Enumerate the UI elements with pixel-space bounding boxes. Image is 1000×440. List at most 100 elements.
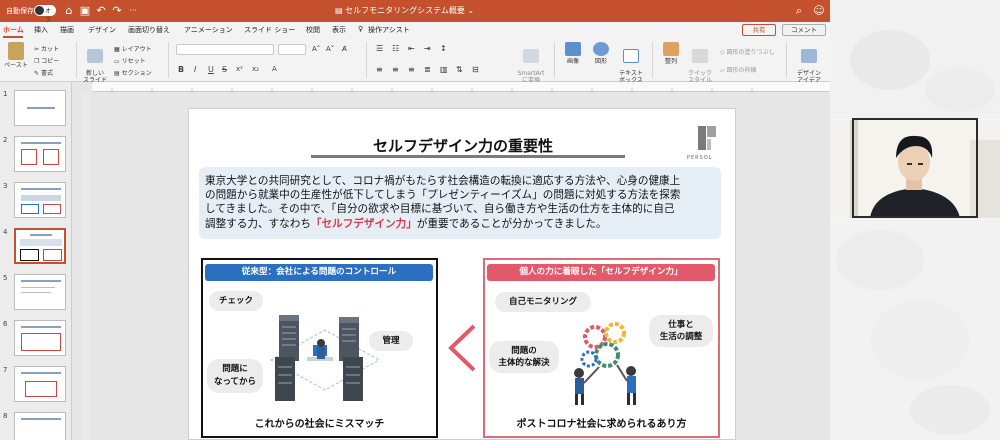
new-slide-button[interactable]: 新しい スライド bbox=[82, 42, 108, 84]
thumb-box bbox=[21, 333, 61, 351]
share-label: 共有 bbox=[752, 26, 766, 34]
cut-button[interactable]: ✂ カット bbox=[34, 44, 59, 53]
bullets-icon[interactable]: ☰ bbox=[376, 44, 383, 53]
font-size-select[interactable] bbox=[278, 44, 306, 55]
outdent-icon[interactable]: ⇥ bbox=[424, 44, 431, 53]
align-center-icon[interactable]: ≡ bbox=[392, 65, 399, 74]
tell-me-input[interactable]: 操作アシスト bbox=[368, 25, 410, 35]
tab-home[interactable]: ホーム bbox=[3, 25, 24, 35]
bold-icon[interactable]: B bbox=[178, 65, 184, 74]
font-grow-icon[interactable]: A˄ bbox=[312, 45, 320, 53]
slide-thumbnail[interactable] bbox=[14, 320, 66, 356]
more-icon[interactable]: ··· bbox=[126, 4, 140, 18]
tab-insert[interactable]: 挿入 bbox=[34, 25, 48, 35]
textbox-button[interactable]: テキスト ボックス bbox=[616, 42, 646, 84]
design-ideas-icon bbox=[801, 49, 817, 63]
slide-thumbnail[interactable] bbox=[14, 136, 66, 172]
participant-tile[interactable] bbox=[830, 0, 1000, 118]
slide-canvas[interactable]: セルフデザイン力の重要性 PERSOL 東京大学との共同研究として、コロナ禍がも… bbox=[188, 108, 736, 440]
text-direction-icon[interactable]: ⇅ bbox=[456, 65, 463, 74]
ribbon-separator bbox=[786, 42, 787, 78]
tab-design[interactable]: デザイン bbox=[88, 25, 116, 35]
participants-panel bbox=[830, 0, 1000, 440]
strikethrough-icon[interactable]: S bbox=[222, 65, 227, 74]
thumb-line bbox=[21, 142, 61, 144]
ribbon-separator bbox=[652, 42, 653, 78]
align-left-icon[interactable]: ≡ bbox=[376, 65, 383, 74]
undo-icon[interactable]: ↶ bbox=[94, 4, 108, 18]
smartart-icon bbox=[523, 49, 539, 63]
redo-icon[interactable]: ↷ bbox=[110, 4, 124, 18]
shapes-button[interactable]: 図形 bbox=[588, 42, 614, 65]
search-icon[interactable]: ⌕ bbox=[792, 4, 806, 18]
ribbon-separator bbox=[366, 42, 367, 78]
account-icon[interactable]: ☺ bbox=[812, 4, 826, 18]
tab-review[interactable]: 校閲 bbox=[306, 25, 320, 35]
indent-icon[interactable]: ⇤ bbox=[408, 44, 415, 53]
font-shrink-icon[interactable]: A˅ bbox=[326, 45, 334, 53]
underline-icon[interactable]: U bbox=[208, 65, 214, 74]
intro-paragraph[interactable]: 東京大学との共同研究として、コロナ禍がもたらす社会構造の転換に適応する方法や、心… bbox=[205, 174, 719, 231]
save-icon[interactable]: ▣ bbox=[78, 4, 92, 18]
slide-thumbnail[interactable] bbox=[14, 90, 66, 126]
thumb-line bbox=[21, 280, 61, 282]
home-icon[interactable]: ⌂ bbox=[62, 4, 76, 18]
justify-icon[interactable]: ≣ bbox=[424, 65, 431, 74]
tab-transitions[interactable]: 画面切り替え bbox=[128, 25, 170, 35]
numbering-icon[interactable]: ☷ bbox=[392, 44, 399, 53]
font-name-select[interactable] bbox=[176, 44, 274, 55]
share-button[interactable]: 共有 bbox=[742, 24, 776, 36]
section-button[interactable]: ▤ セクション bbox=[114, 68, 152, 77]
tab-draw[interactable]: 描画 bbox=[60, 25, 74, 35]
superscript-icon[interactable]: x² bbox=[236, 65, 243, 73]
section-label: セクション bbox=[121, 70, 152, 77]
ribbon-separator bbox=[554, 42, 555, 78]
slide-thumbnail[interactable] bbox=[14, 412, 66, 440]
tab-animations[interactable]: アニメーション bbox=[184, 25, 233, 35]
title-underline bbox=[311, 155, 625, 158]
thumb-box bbox=[21, 149, 37, 165]
participant-tile[interactable] bbox=[830, 220, 1000, 440]
reset-button[interactable]: ▭ リセット bbox=[114, 56, 146, 65]
document-title: ▤ セルフモニタリングシステム概要 ⌄ bbox=[335, 5, 474, 16]
thumb-line bbox=[21, 326, 61, 328]
intro-line: 調整する力、すなわち「セルフデザイン力」が重要であることが分かってきました。 bbox=[205, 217, 719, 231]
slide-title[interactable]: セルフデザイン力の重要性 bbox=[189, 135, 735, 156]
quick-styles-button[interactable]: クイック スタイル bbox=[686, 42, 714, 84]
slide-thumbnail[interactable] bbox=[14, 366, 66, 402]
shape-outline-button[interactable]: ▱ 図形の枠線 bbox=[720, 65, 757, 74]
smartart-button[interactable]: SmartArt に変換 bbox=[512, 42, 550, 84]
thumb-number: 7 bbox=[3, 366, 8, 374]
subscript-icon[interactable]: x₂ bbox=[252, 65, 259, 73]
slide-thumbnail[interactable] bbox=[14, 182, 66, 218]
align-text-icon[interactable]: ⊟ bbox=[472, 65, 479, 74]
shape-fill-button[interactable]: ◇ 図形の塗りつぶし bbox=[720, 47, 775, 56]
line-spacing-icon[interactable]: ↕ bbox=[440, 44, 447, 53]
shape-outline-label: 図形の枠線 bbox=[726, 67, 757, 74]
clear-format-icon[interactable]: A̸ bbox=[342, 45, 347, 53]
thumb-number: 8 bbox=[3, 412, 8, 420]
format-painter-button[interactable]: ✎ 書式 bbox=[34, 68, 53, 77]
autosave-toggle[interactable]: オフ bbox=[34, 5, 56, 24]
ruler-ticks bbox=[111, 88, 753, 92]
document-title-text: セルフモニタリングシステム概要 bbox=[345, 6, 465, 15]
slide-thumbnail[interactable] bbox=[14, 274, 66, 310]
italic-icon[interactable]: I bbox=[194, 65, 196, 74]
design-ideas-button[interactable]: デザイン アイデア bbox=[792, 42, 826, 84]
columns-icon[interactable]: ▥ bbox=[440, 65, 448, 74]
thumb-number: 2 bbox=[3, 136, 8, 144]
arrange-button[interactable]: 整列 bbox=[658, 42, 684, 65]
thumb-box bbox=[21, 204, 39, 214]
paste-button[interactable]: ペースト bbox=[4, 42, 28, 69]
bubble-work-life-adjust: 仕事と 生活の調整 bbox=[649, 315, 713, 347]
font-color-icon[interactable]: A bbox=[272, 65, 277, 73]
tab-view[interactable]: 表示 bbox=[332, 25, 346, 35]
copy-button[interactable]: ❐ コピー bbox=[34, 56, 59, 65]
tab-slideshow[interactable]: スライド ショー bbox=[244, 25, 295, 35]
comment-button[interactable]: コメント bbox=[782, 24, 826, 36]
slide-thumbnail-selected[interactable] bbox=[14, 228, 66, 264]
image-button[interactable]: 画像 bbox=[560, 42, 586, 65]
paste-label: ペースト bbox=[4, 62, 28, 69]
align-right-icon[interactable]: ≡ bbox=[408, 65, 415, 74]
layout-button[interactable]: ▦ レイアウト bbox=[114, 44, 152, 53]
